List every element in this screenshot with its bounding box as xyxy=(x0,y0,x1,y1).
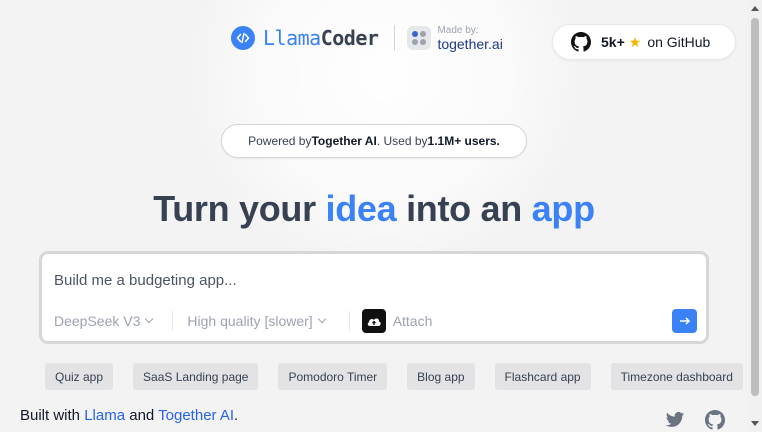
scroll-up-arrow[interactable] xyxy=(751,6,759,11)
star-icon: ★ xyxy=(628,33,642,50)
powered-pre: Powered by xyxy=(248,134,312,148)
github-icon xyxy=(571,32,591,52)
example-prompts: Quiz app SaaS Landing page Pomodoro Time… xyxy=(45,363,743,390)
footer-and: and xyxy=(125,407,159,424)
twitter-link[interactable] xyxy=(664,410,686,430)
title-part-1: Turn your xyxy=(153,188,326,229)
code-logo-icon xyxy=(231,26,255,50)
github-icon xyxy=(705,410,725,430)
scroll-down-arrow[interactable] xyxy=(751,421,759,426)
powered-by-badge[interactable]: Powered by Together AI. Used by 1.1M+ us… xyxy=(221,124,527,158)
divider xyxy=(348,311,350,331)
footer-end: . xyxy=(234,407,239,424)
made-by-label: Made by: xyxy=(437,24,479,36)
title-part-4: app xyxy=(531,188,595,229)
footer-pre: Built with xyxy=(20,407,85,424)
github-button[interactable]: 5k+ ★ on GitHub xyxy=(552,24,736,60)
brand-name-part1: Llama xyxy=(263,26,321,50)
prompt-input[interactable] xyxy=(54,268,674,292)
brand-name-part2: Coder xyxy=(320,26,379,50)
arrow-right-icon xyxy=(679,317,690,325)
chip-pomodoro-timer[interactable]: Pomodoro Timer xyxy=(278,363,388,390)
chip-flashcard-app[interactable]: Flashcard app xyxy=(494,363,591,390)
github-footer-link[interactable] xyxy=(705,410,725,430)
title-part-2: idea xyxy=(325,188,397,229)
quality-select-value: High quality [slower] xyxy=(187,313,313,329)
chip-quiz-app[interactable]: Quiz app xyxy=(45,363,114,390)
header-brand[interactable]: LlamaCoder Made by: together.ai xyxy=(231,25,503,51)
page-title: Turn your idea into an app xyxy=(0,188,748,230)
twitter-icon xyxy=(665,412,685,427)
title-part-3: into an xyxy=(396,188,532,229)
chip-blog-app[interactable]: Blog app xyxy=(407,363,475,390)
chevron-down-icon xyxy=(145,314,154,324)
quality-select[interactable]: High quality [slower] xyxy=(187,313,326,329)
github-label: on GitHub xyxy=(647,34,711,50)
upload-cloud-icon xyxy=(361,309,386,333)
vertical-scrollbar[interactable] xyxy=(748,0,762,432)
together-ai-link[interactable]: Together AI xyxy=(158,407,234,424)
chip-saas-landing-page[interactable]: SaaS Landing page xyxy=(133,363,259,390)
scroll-thumb[interactable] xyxy=(751,18,759,396)
divider xyxy=(172,311,174,331)
powered-brand: Together AI xyxy=(311,134,377,148)
brand-name: LlamaCoder xyxy=(263,26,379,50)
submit-button[interactable] xyxy=(672,309,697,333)
prompt-composer: DeepSeek V3 High quality [slower] Attach xyxy=(39,251,709,344)
footer-credits: Built with Llama and Together AI. xyxy=(20,407,238,424)
github-star-count: 5k+ xyxy=(601,34,625,50)
powered-mid: . Used by xyxy=(376,134,428,148)
together-logo-icon xyxy=(407,26,432,50)
model-select-value: DeepSeek V3 xyxy=(54,313,141,329)
chevron-down-icon xyxy=(317,314,326,324)
model-select[interactable]: DeepSeek V3 xyxy=(54,313,154,329)
attach-button[interactable]: Attach xyxy=(361,309,433,333)
made-by-together-link[interactable]: Made by: together.ai xyxy=(407,24,503,52)
powered-users: 1.1M+ users. xyxy=(427,134,500,148)
brand-divider xyxy=(394,25,396,51)
attach-label: Attach xyxy=(392,313,433,329)
made-by-name: together.ai xyxy=(437,35,503,52)
llama-link[interactable]: Llama xyxy=(84,407,125,424)
chip-timezone-dashboard[interactable]: Timezone dashboard xyxy=(610,363,743,390)
